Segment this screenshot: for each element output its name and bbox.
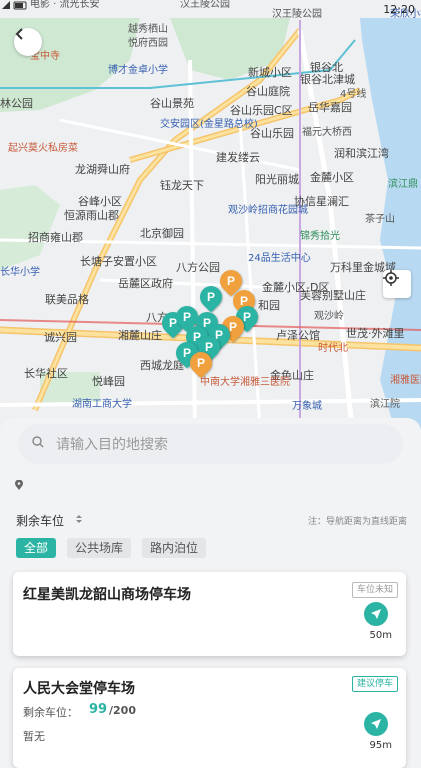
- map-label: 万象城: [292, 401, 322, 412]
- map-label: 长华社区: [24, 367, 68, 380]
- map-label: 和园: [258, 299, 280, 312]
- locate-icon: [383, 270, 399, 286]
- navigation-arrow-icon: [371, 719, 381, 729]
- map-label: 起兴莫火私房菜: [8, 143, 78, 154]
- spots-free: 99: [89, 702, 108, 717]
- map-label: 时代北: [318, 343, 348, 354]
- map-label: 滨江鼎: [388, 179, 418, 190]
- chevron-left-icon: [15, 28, 23, 40]
- map-label: 世茂·外滩里: [346, 327, 405, 340]
- map-label: 钰龙天下: [160, 179, 204, 192]
- spots-total: /200: [109, 704, 136, 717]
- map-label: 新城小区: [248, 66, 292, 79]
- signal-icon: [2, 1, 27, 10]
- map-label: 悦峰园: [92, 375, 125, 388]
- parking-name: 人民大会堂停车场: [23, 681, 135, 697]
- map-label: 越秀栖山: [128, 24, 168, 35]
- map-label: 茶子山: [365, 214, 395, 225]
- back-button[interactable]: [14, 28, 42, 56]
- map-label: 金麓小区: [310, 171, 354, 184]
- map-label: 观沙岭: [314, 311, 344, 322]
- search-input[interactable]: [54, 424, 388, 466]
- map-label: 福元大桥西: [302, 127, 352, 138]
- status-badge: 建议停车: [351, 676, 398, 692]
- map-label: 谷山景苑: [150, 97, 194, 110]
- parking-pin[interactable]: P: [195, 281, 227, 313]
- map-label: 悦府西园: [128, 38, 168, 49]
- map-label: 联美品格: [45, 293, 89, 306]
- filter-all[interactable]: 全部: [16, 538, 57, 558]
- map-label: 博才金卓小学: [108, 65, 168, 76]
- map-label: 恒源雨山郡: [64, 209, 119, 222]
- map-label: 谷山乐园C区: [230, 104, 293, 117]
- map-label: 八方公园: [176, 261, 220, 274]
- spots-label: 剩余车位：: [23, 706, 78, 719]
- map-label: 锦秀拾光: [300, 231, 340, 242]
- filter-public-garage[interactable]: 公共场库: [67, 538, 132, 558]
- map-label: 协信星澜汇: [294, 195, 349, 208]
- distance: 50m: [369, 630, 392, 641]
- map-label: 建发缕云: [216, 151, 260, 164]
- distance: 95m: [369, 740, 392, 751]
- map-label: 谷峰小区: [78, 195, 122, 208]
- map-label: 长华小学: [0, 267, 40, 278]
- status-bar: 12:20: [0, 0, 421, 18]
- map-label: 谷山乐园: [250, 127, 294, 140]
- map-label: 林公园: [0, 97, 33, 110]
- status-time: 12:20: [383, 3, 415, 16]
- navigation-arrow-icon: [371, 609, 381, 619]
- section-title: 剩余车位: [16, 514, 65, 528]
- map-label: 卢泽公馆: [276, 329, 320, 342]
- map-label: 湘麓山庄: [118, 329, 162, 342]
- map-view[interactable]: 电影 · 流光长安 汉王陵公园 汉王陵公园 越秀栖山 悦府西园 宝中寺 博才金卓…: [0, 0, 421, 430]
- navigate-button[interactable]: [364, 602, 388, 626]
- map-label: 岳华嘉园: [308, 101, 352, 114]
- navigate-button[interactable]: [364, 712, 388, 736]
- map-label: 阳光丽城: [255, 173, 299, 186]
- map-label: 长塘子安置小区: [80, 255, 157, 268]
- map-label: 岳麓区政府: [118, 277, 173, 290]
- map-label: 谷山庭院: [246, 85, 290, 98]
- search-bar[interactable]: [18, 424, 403, 466]
- extra-info: 暂无: [23, 730, 45, 743]
- locate-button[interactable]: [383, 270, 411, 298]
- map-label: 湖南工商大学: [72, 399, 132, 410]
- map-label: 4号线: [340, 89, 367, 100]
- search-icon: [32, 436, 44, 448]
- distance-note: 注：导航距离为直线距离: [307, 517, 407, 527]
- map-label: 招商雍山郡: [28, 231, 83, 244]
- map-label: 润和滨江湾: [334, 147, 389, 160]
- parking-name: 红星美凯龙韶山商场停车场: [23, 587, 191, 603]
- filter-street-parking[interactable]: 路内泊位: [142, 538, 207, 558]
- location-pin-icon: [15, 480, 23, 490]
- parking-pin[interactable]: P: [185, 347, 217, 379]
- sort-icon[interactable]: [76, 515, 82, 523]
- map-label: 中南大学湘雅三医院: [200, 377, 290, 388]
- status-badge: 车位未知: [351, 582, 398, 598]
- map-label: 湘雅医院: [390, 375, 421, 386]
- parking-card[interactable]: 人民大会堂停车场 建议停车 剩余车位： 99 /200 暂无 95m: [13, 668, 406, 768]
- map-label: 诚兴园: [44, 331, 77, 344]
- map-label: 芙蓉别墅山庄: [300, 289, 366, 302]
- map-label: 交安园区(金星路总校): [160, 119, 258, 130]
- parking-card[interactable]: 红星美凯龙韶山商场停车场 车位未知 50m: [13, 572, 406, 656]
- map-label: 北京御园: [140, 227, 184, 240]
- map-label: 银谷北: [310, 61, 343, 74]
- map-label: 滨江院: [370, 399, 400, 410]
- map-label: 龙湖舜山府: [75, 163, 130, 176]
- map-label: 24品生活中心: [248, 253, 311, 264]
- map-label: 银谷北津城: [300, 73, 355, 86]
